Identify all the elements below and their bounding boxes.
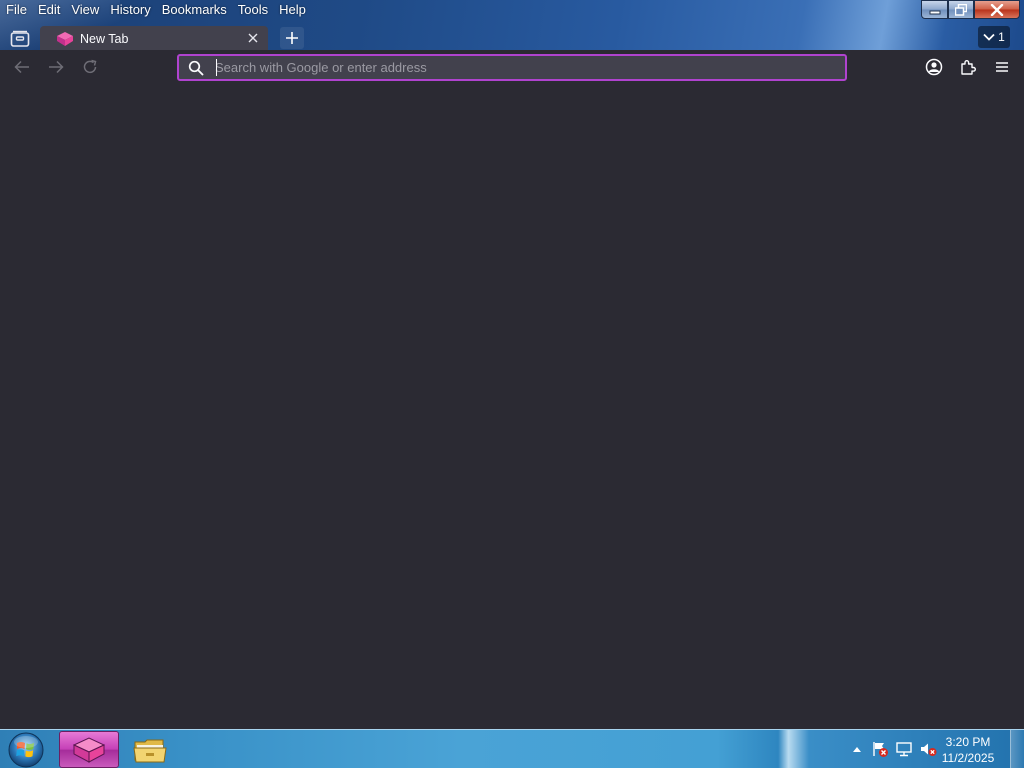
menu-file[interactable]: File bbox=[0, 0, 32, 20]
tab-close-button[interactable] bbox=[246, 31, 260, 45]
windows-start-icon bbox=[8, 732, 44, 768]
restore-icon bbox=[955, 3, 967, 16]
taskbar-clock[interactable]: 3:20 PM 11/2/2025 bbox=[936, 734, 1000, 766]
browser-logo-icon bbox=[57, 31, 73, 46]
close-icon bbox=[990, 3, 1004, 16]
account-icon bbox=[925, 58, 943, 76]
menu-edit[interactable]: Edit bbox=[32, 0, 65, 20]
volume-muted-icon bbox=[921, 743, 937, 756]
restore-button[interactable] bbox=[948, 0, 974, 19]
text-caret bbox=[216, 59, 217, 76]
address-bar[interactable] bbox=[177, 54, 847, 81]
clock-time: 3:20 PM bbox=[945, 735, 991, 749]
action-center-button[interactable] bbox=[871, 740, 889, 758]
app-menu-button[interactable] bbox=[990, 55, 1014, 79]
menu-history[interactable]: History bbox=[104, 0, 155, 20]
plus-icon bbox=[286, 32, 298, 44]
tab-title: New Tab bbox=[80, 31, 129, 46]
page-content bbox=[0, 83, 1024, 729]
show-desktop-button[interactable] bbox=[1010, 730, 1024, 768]
volume-button[interactable] bbox=[919, 740, 937, 758]
reload-button[interactable] bbox=[78, 55, 102, 79]
forward-arrow-icon bbox=[49, 60, 64, 74]
tab-counter-button[interactable]: 1 bbox=[978, 26, 1010, 48]
folder-icon bbox=[133, 739, 167, 762]
tab-count: 1 bbox=[998, 30, 1005, 44]
network-icon bbox=[896, 742, 912, 757]
action-center-flag-icon bbox=[873, 742, 888, 757]
taskbar-file-explorer[interactable] bbox=[120, 731, 180, 768]
minimize-button[interactable] bbox=[921, 0, 948, 19]
system-tray: 3:20 PM 11/2/2025 bbox=[834, 730, 1024, 768]
close-icon bbox=[248, 33, 258, 43]
account-button[interactable] bbox=[922, 55, 946, 79]
minimize-icon bbox=[929, 10, 940, 14]
browser-logo-icon bbox=[72, 736, 106, 763]
forward-button[interactable] bbox=[44, 55, 68, 79]
clock-date: 11/2/2025 bbox=[941, 751, 995, 765]
window-controls bbox=[921, 0, 1020, 19]
window-titlebar: File Edit View History Bookmarks Tools H… bbox=[0, 0, 1024, 50]
navigation-toolbar bbox=[0, 51, 1024, 83]
show-hidden-icons-arrow-icon bbox=[853, 747, 861, 752]
chevron-down-icon bbox=[983, 33, 995, 41]
extensions-button[interactable] bbox=[956, 55, 980, 79]
tab-list-button[interactable] bbox=[6, 27, 34, 50]
tab-new-tab[interactable]: New Tab bbox=[40, 26, 268, 50]
menu-tools[interactable]: Tools bbox=[232, 0, 273, 20]
extensions-icon bbox=[961, 60, 976, 75]
menu-bookmarks[interactable]: Bookmarks bbox=[156, 0, 232, 20]
search-icon bbox=[188, 60, 204, 76]
menu-bar: File Edit View History Bookmarks Tools H… bbox=[0, 0, 311, 20]
back-arrow-icon bbox=[14, 60, 29, 74]
windows-taskbar: 3:20 PM 11/2/2025 bbox=[0, 729, 1024, 768]
menu-help[interactable]: Help bbox=[273, 0, 311, 20]
new-tab-button[interactable] bbox=[280, 27, 304, 49]
address-input[interactable] bbox=[215, 58, 835, 77]
taskbar-browser[interactable] bbox=[59, 731, 119, 768]
back-button[interactable] bbox=[10, 55, 34, 79]
network-button[interactable] bbox=[895, 740, 913, 758]
show-hidden-icons-button[interactable] bbox=[848, 740, 866, 758]
start-button[interactable] bbox=[4, 731, 48, 768]
close-window-button[interactable] bbox=[974, 0, 1020, 19]
menu-view[interactable]: View bbox=[65, 0, 104, 20]
tab-list-icon bbox=[10, 30, 30, 47]
reload-icon bbox=[83, 59, 97, 74]
hamburger-menu-icon bbox=[996, 62, 1008, 72]
